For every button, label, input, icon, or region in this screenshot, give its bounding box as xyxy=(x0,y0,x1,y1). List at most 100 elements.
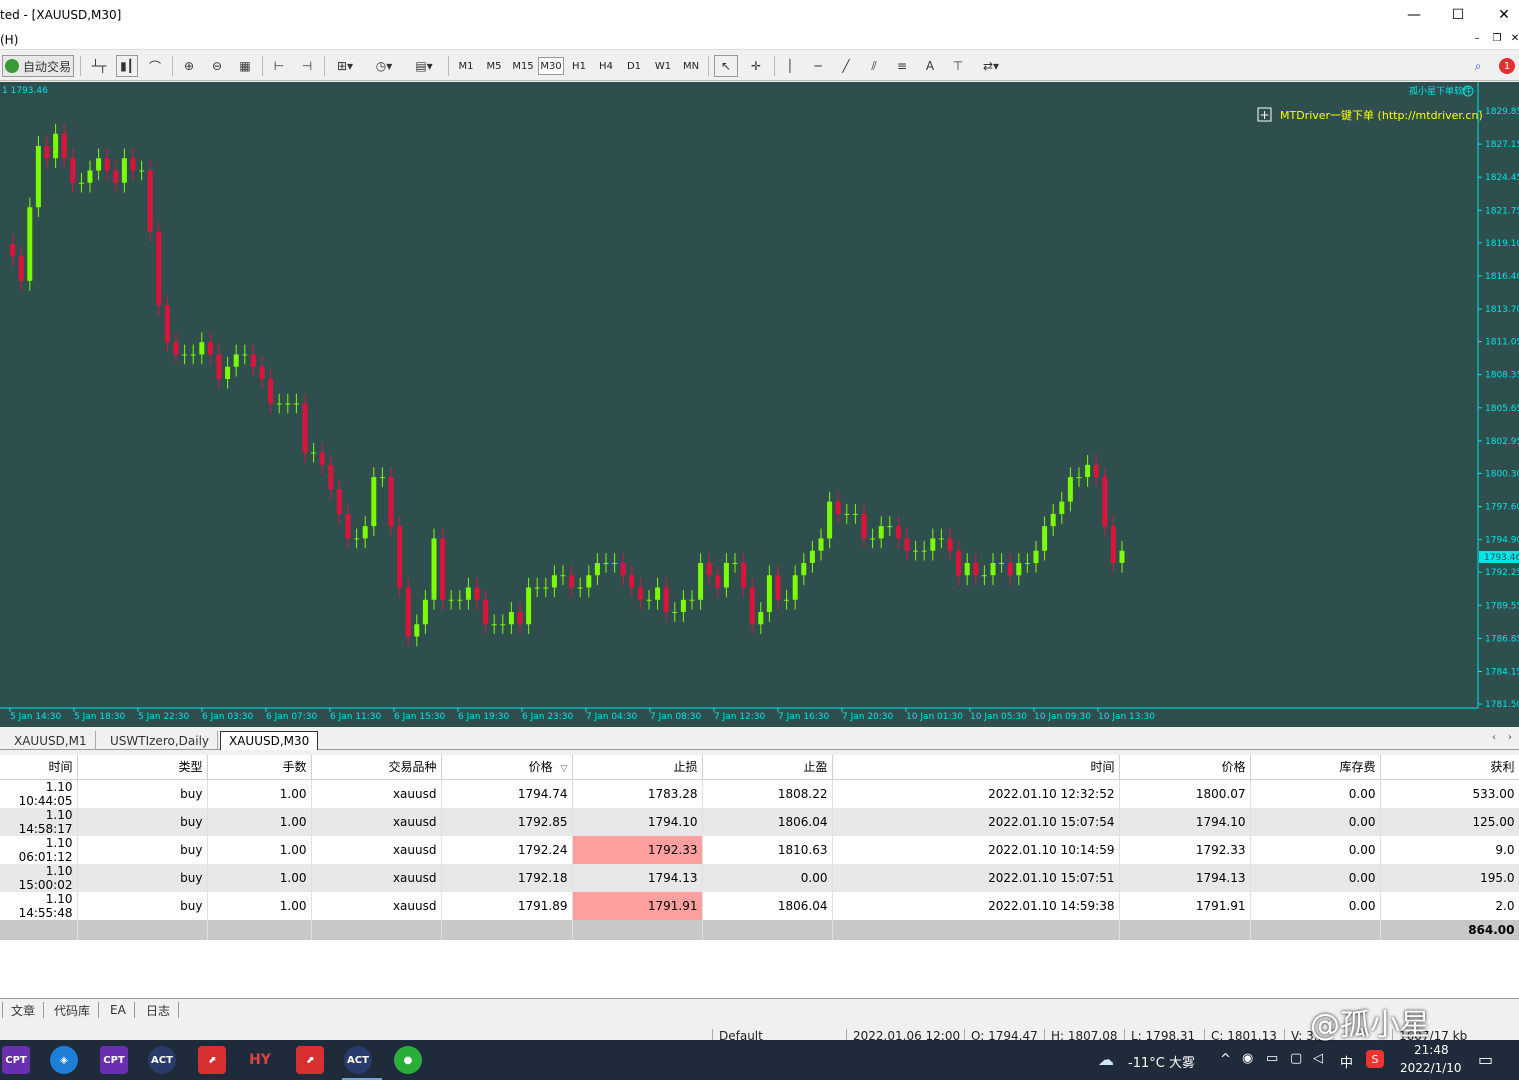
column-header[interactable]: 止盈 xyxy=(702,755,833,780)
line-chart-icon[interactable]: ⌒ xyxy=(144,55,166,77)
qq-icon[interactable]: ◉ xyxy=(1242,1051,1253,1066)
tab-scroll-left-icon[interactable]: ‹ xyxy=(1492,732,1496,743)
taskbar-pdf2-icon[interactable]: ⬈ xyxy=(296,1046,324,1074)
templates-icon[interactable]: ▤▾ xyxy=(408,55,440,77)
table-row[interactable]: 1.10 15:00:02 buy 1.00 xauusd 1792.18 1794.13… xyxy=(0,863,1519,892)
mdi-minimize-button[interactable]: – xyxy=(1469,33,1485,44)
indicators-icon[interactable]: ⊞▾ xyxy=(330,55,360,77)
taskbar-app-icon[interactable]: ◈ xyxy=(50,1046,78,1074)
volume-icon[interactable]: ◁ xyxy=(1313,1051,1323,1066)
vertical-line-icon[interactable]: │ xyxy=(778,55,802,77)
title-bar: ted - [XAUUSD,M30] — ☐ ✕ xyxy=(0,0,1519,30)
candle-body xyxy=(61,133,67,159)
table-cell: 1.00 xyxy=(207,835,312,864)
clock-time[interactable]: 21:48 xyxy=(1414,1043,1449,1057)
column-header[interactable]: 手数 xyxy=(207,755,312,780)
table-row[interactable]: 1.10 06:01:12 buy 1.00 xauusd 1792.24 1792.33… xyxy=(0,835,1519,864)
candle-body xyxy=(311,452,317,454)
tab-ea[interactable]: EA xyxy=(102,1002,135,1018)
timeframe-mn[interactable]: MN xyxy=(678,57,704,75)
timeframe-m5[interactable]: M5 xyxy=(482,57,506,75)
clock-date[interactable]: 2022/1/10 xyxy=(1400,1061,1462,1075)
fibonacci-icon[interactable]: ≡ xyxy=(890,55,914,77)
zoom-out-icon[interactable]: ⊖ xyxy=(206,55,228,77)
table-row[interactable]: 1.10 14:58:17 buy 1.00 xauusd 1792.85 1794.10… xyxy=(0,807,1519,836)
time-tick-label: 6 Jan 19:30 xyxy=(458,712,510,722)
close-button[interactable]: ✕ xyxy=(1482,0,1519,30)
tray-chevron-icon[interactable]: ^ xyxy=(1220,1052,1231,1067)
timeframe-h1[interactable]: H1 xyxy=(567,57,591,75)
mdi-close-button[interactable]: ✕ xyxy=(1507,33,1519,44)
column-header[interactable]: 时间 xyxy=(0,755,78,780)
timeframe-m1[interactable]: M1 xyxy=(454,57,478,75)
ime-indicator[interactable]: 中 xyxy=(1340,1052,1353,1071)
tab-scroll-right-icon[interactable]: › xyxy=(1508,732,1512,743)
column-header[interactable]: 价格 ▽ xyxy=(441,755,573,780)
autotrade-button[interactable]: 自动交易 xyxy=(2,55,74,77)
periods-icon[interactable]: ◷▾ xyxy=(368,55,400,77)
column-header[interactable]: 止损 xyxy=(572,755,703,780)
tile-windows-icon[interactable]: ▦ xyxy=(234,55,256,77)
plugin-expand-icon[interactable]: + xyxy=(1259,108,1269,122)
tab-xauusd-m1[interactable]: XAUUSD,M1 xyxy=(6,731,96,750)
taskbar-act2-icon[interactable]: ACT xyxy=(344,1046,372,1074)
arrows-icon[interactable]: ⇄▾ xyxy=(974,55,1008,77)
menu-help[interactable]: (H) xyxy=(0,33,18,47)
channel-icon[interactable]: ⫽ xyxy=(862,55,886,77)
battery-icon[interactable]: ▭ xyxy=(1266,1051,1278,1066)
candle-body xyxy=(448,599,454,601)
mdi-restore-button[interactable]: ❐ xyxy=(1489,33,1505,44)
trendline-icon[interactable]: ╱ xyxy=(834,55,858,77)
weather-text[interactable]: -11°C 大雾 xyxy=(1128,1052,1195,1071)
taskbar-cpt-icon[interactable]: CPT xyxy=(2,1046,30,1074)
taskbar-hy-icon[interactable]: HY xyxy=(246,1046,274,1074)
column-header[interactable]: 类型 xyxy=(77,755,208,780)
column-header[interactable]: 库存费 xyxy=(1250,755,1381,780)
minimize-button[interactable]: — xyxy=(1392,0,1436,30)
time-tick-label: 6 Jan 03:30 xyxy=(202,712,254,722)
timeframe-m15[interactable]: M15 xyxy=(510,57,536,75)
tab-journal[interactable]: 日志 xyxy=(138,1002,180,1018)
zoom-in-icon[interactable]: ⊕ xyxy=(178,55,200,77)
candlestick-icon[interactable]: ▮┃ xyxy=(116,55,138,77)
column-header[interactable]: 交易品种 xyxy=(311,755,442,780)
horizontal-line-icon[interactable]: ─ xyxy=(806,55,830,77)
window-title: ted - [XAUUSD,M30] xyxy=(0,8,122,22)
table-cell: 1.00 xyxy=(207,779,312,808)
tab-uswti-daily[interactable]: USWTIzero,Daily xyxy=(102,731,219,750)
candle-body xyxy=(328,464,334,490)
maximize-button[interactable]: ☐ xyxy=(1436,0,1480,30)
table-cell xyxy=(1119,919,1251,940)
auto-scroll-icon[interactable]: ⊢ xyxy=(268,55,290,77)
notifications-icon[interactable]: ▭ xyxy=(1478,1050,1493,1069)
sogou-icon[interactable]: S xyxy=(1366,1050,1384,1068)
timeframe-h4[interactable]: H4 xyxy=(594,57,618,75)
taskbar-act-icon[interactable]: ACT xyxy=(148,1046,176,1074)
column-header[interactable]: 时间 xyxy=(832,755,1120,780)
price-chart[interactable]: 1 1793.46 孤小星下单软件 + MTDriver一键下单 (http:/… xyxy=(0,82,1519,727)
timeframe-m30[interactable]: M30 xyxy=(538,57,564,75)
tab-articles[interactable]: 文章 xyxy=(2,1002,45,1018)
tab-xauusd-m30[interactable]: XAUUSD,M30 xyxy=(220,731,319,750)
taskbar-cpt2-icon[interactable]: CPT xyxy=(100,1046,128,1074)
timeframe-d1[interactable]: D1 xyxy=(622,57,646,75)
taskbar-pdf-icon[interactable]: ⬈ xyxy=(198,1046,226,1074)
notification-icon[interactable]: 1 xyxy=(1496,55,1518,77)
candle-body xyxy=(345,513,351,539)
chart-shift-icon[interactable]: ⊣ xyxy=(296,55,318,77)
plugin-label[interactable]: MTDriver一键下单 (http://mtdriver.cn) xyxy=(1280,108,1483,122)
search-icon[interactable]: ⌕ xyxy=(1466,55,1490,77)
text-label-icon[interactable]: ⊤ xyxy=(946,55,970,77)
timeframe-w1[interactable]: W1 xyxy=(650,57,676,75)
tab-codebase[interactable]: 代码库 xyxy=(46,1002,100,1018)
column-header[interactable]: 获利 xyxy=(1380,755,1519,780)
network-icon[interactable]: ▢ xyxy=(1290,1051,1302,1066)
table-row[interactable]: 1.10 10:44:05 buy 1.00 xauusd 1794.74 1783.28… xyxy=(0,779,1519,808)
column-header[interactable]: 价格 xyxy=(1119,755,1251,780)
cursor-icon[interactable]: ↖ xyxy=(714,55,738,77)
wechat-icon[interactable]: ● xyxy=(394,1046,422,1074)
table-row[interactable]: 1.10 14:55:48 buy 1.00 xauusd 1791.89 1791.91… xyxy=(0,891,1519,920)
bar-chart-icon[interactable]: ┴┬ xyxy=(88,55,110,77)
text-icon[interactable]: A xyxy=(918,55,942,77)
crosshair-icon[interactable]: ✛ xyxy=(744,55,768,77)
